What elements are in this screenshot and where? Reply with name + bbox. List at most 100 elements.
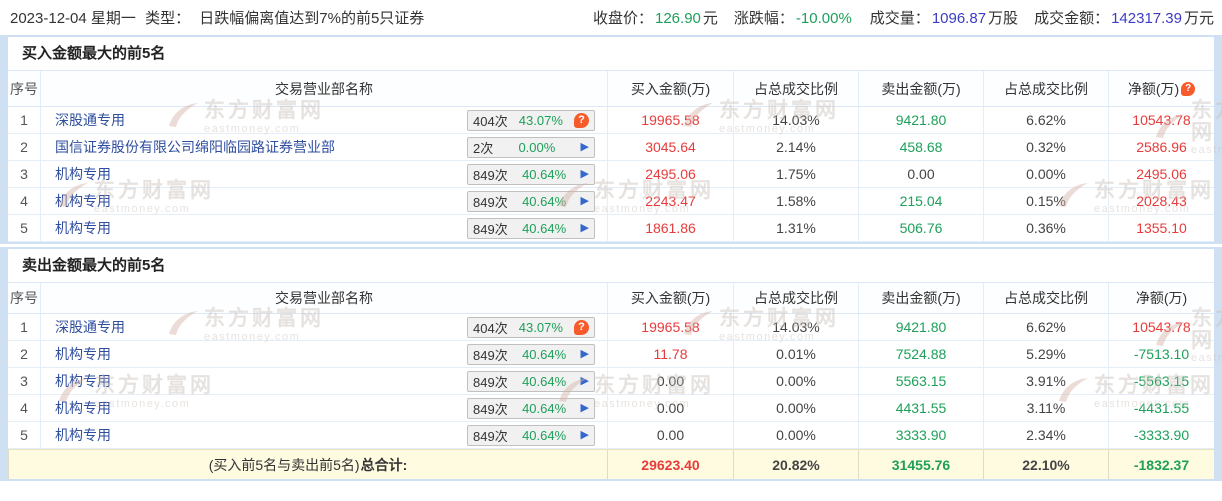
sell-ratio-cell: 6.62% [983, 107, 1108, 133]
row-index: 3 [20, 166, 28, 182]
detail-arrow-icon[interactable]: ▶ [581, 195, 589, 207]
detail-arrow-icon[interactable]: ▶ [581, 375, 589, 387]
appearance-count: 849次 [473, 428, 508, 444]
seat-name-link[interactable]: 国信证券股份有限公司绵阳临园路证券营业部 [55, 137, 335, 157]
buy-top5-panel: 买入金额最大的前5名 序号 交易营业部名称 买入金额(万) 占总成交比例 卖出金额(万)… [0, 35, 1222, 244]
sell-amount-cell: 458.68 [858, 134, 983, 160]
net-help-icon[interactable]: ? [1181, 81, 1196, 96]
detail-arrow-icon[interactable]: ▶ [581, 429, 589, 441]
seat-name-link[interactable]: 机构专用 [55, 344, 111, 364]
row-index: 5 [20, 220, 28, 236]
buy-amount-cell: 0.00 [607, 395, 733, 421]
col-sell-amount-header: 卖出金额(万) [858, 71, 983, 106]
seat-name-cell: 深股通专用 404次 43.07%? [40, 107, 607, 133]
col-buy-amount-header: 买入金额(万) [607, 71, 733, 106]
col-sell-amount-header-label: 卖出金额(万) [881, 290, 961, 306]
table-header-row: 序号 交易营业部名称 买入金额(万) 占总成交比例 卖出金额(万) 占总成交比例 净额(万) [8, 283, 1214, 314]
times-ratio-badge[interactable]: 2次 0.00% ▶ [467, 136, 595, 158]
col-net-header: 净额(万) [1108, 283, 1214, 313]
col-name-header: 交易营业部名称 [40, 283, 607, 313]
buy-amount-cell: 1861.86 [607, 215, 733, 241]
table-row: 4 机构专用 849次 40.64% ▶ 2243.47 1.58% 215.04 0.15% 2… [8, 188, 1214, 215]
total-row: (买入前5名与卖出前5名) 总合计: 29623.40 20.82% 31455.76 2… [8, 449, 1214, 479]
seat-name-cell: 机构专用 849次 40.64% ▶ [40, 368, 607, 394]
buy-amount-cell: 0.00 [607, 368, 733, 394]
type-value: 日跌幅偏离值达到7%的前5只证券 [199, 10, 425, 27]
detail-arrow-icon[interactable]: ▶ [581, 222, 589, 234]
times-ratio-badge[interactable]: 849次 40.64% ▶ [467, 343, 595, 365]
sell-ratio-cell: 0.32% [983, 134, 1108, 160]
total-sell-ratio-cell: 22.10% [983, 450, 1108, 479]
success-ratio: 40.64% [522, 193, 567, 209]
sell-ratio-cell: 0.36% [983, 215, 1108, 241]
buy-amount-cell: 3045.64 [607, 134, 733, 160]
sell-ratio-cell: 3.11% [983, 395, 1108, 421]
seat-name-cell: 机构专用 849次 40.64% ▶ [40, 341, 607, 367]
buy-ratio-cell: 0.01% [733, 341, 858, 367]
detail-arrow-icon[interactable]: ▶ [581, 402, 589, 414]
times-ratio-badge[interactable]: 849次 40.64% ▶ [467, 424, 595, 446]
seat-name-link[interactable]: 机构专用 [55, 398, 111, 418]
detail-arrow-icon[interactable]: ▶ [581, 168, 589, 180]
seat-name-link[interactable]: 机构专用 [55, 191, 111, 211]
sell-amount-cell: 4431.55 [858, 395, 983, 421]
table-row: 2 机构专用 849次 40.64% ▶ 11.78 0.01% 7524.88 5.29% -7… [8, 341, 1214, 368]
sell-amount-cell: 5563.15 [858, 368, 983, 394]
seat-name-cell: 深股通专用 404次 43.07%? [40, 314, 607, 340]
seat-name-link[interactable]: 机构专用 [55, 218, 111, 238]
net-amount-cell: -7513.10 [1108, 341, 1214, 367]
table-row: 2 国信证券股份有限公司绵阳临园路证券营业部 2次 0.00% ▶ 3045.64 2.14… [8, 134, 1214, 161]
times-ratio-badge[interactable]: 849次 40.64% ▶ [467, 163, 595, 185]
detail-arrow-icon[interactable]: ▶ [581, 348, 589, 360]
buy-amount-cell: 2495.06 [607, 161, 733, 187]
row-index: 1 [20, 319, 28, 335]
table-row: 5 机构专用 849次 40.64% ▶ 0.00 0.00% 3333.90 2.34% -33… [8, 422, 1214, 449]
turnover-unit: 万元 [1183, 10, 1214, 27]
change-percent-value: -10.00% [795, 10, 852, 27]
times-ratio-badge[interactable]: 849次 40.64% ▶ [467, 217, 595, 239]
sell-ratio-cell: 0.15% [983, 188, 1108, 214]
row-index: 1 [20, 112, 28, 128]
close-price-label: 收盘价： [592, 10, 653, 27]
col-sell-ratio-header: 占总成交比例 [983, 71, 1108, 106]
help-icon[interactable]: ? [573, 112, 589, 128]
sell-amount-cell: 9421.80 [858, 107, 983, 133]
net-amount-cell: 2495.06 [1108, 161, 1214, 187]
detail-arrow-icon[interactable]: ▶ [581, 141, 589, 153]
col-index-header: 序号 [10, 290, 38, 306]
sell-amount-cell: 215.04 [858, 188, 983, 214]
buy-ratio-cell: 0.00% [733, 395, 858, 421]
col-name-header: 交易营业部名称 [40, 71, 607, 106]
sell-amount-cell: 506.76 [858, 215, 983, 241]
seat-name-link[interactable]: 深股通专用 [55, 110, 125, 130]
buy-ratio-cell: 1.31% [733, 215, 858, 241]
times-ratio-badge[interactable]: 404次 43.07%? [467, 316, 595, 338]
seat-name-link[interactable]: 机构专用 [55, 164, 111, 184]
times-ratio-badge[interactable]: 849次 40.64% ▶ [467, 370, 595, 392]
col-net-header-label: 净额(万) [1127, 80, 1180, 97]
table-row: 4 机构专用 849次 40.64% ▶ 0.00 0.00% 4431.55 3.11% -44… [8, 395, 1214, 422]
times-ratio-badge[interactable]: 404次 43.07%? [467, 109, 595, 131]
change-percent-label: 涨跌幅： [733, 10, 794, 27]
appearance-count: 849次 [473, 347, 508, 363]
type-label: 类型： [145, 10, 191, 27]
help-icon[interactable]: ? [573, 319, 589, 335]
times-ratio-badge[interactable]: 849次 40.64% ▶ [467, 190, 595, 212]
success-ratio: 40.64% [522, 166, 567, 182]
col-buy-ratio-header: 占总成交比例 [733, 283, 858, 313]
col-sell-ratio-header-label: 占总成交比例 [1004, 290, 1088, 306]
change-percent-stat: 涨跌幅： -10.00% [734, 10, 854, 27]
buy-ratio-cell: 1.75% [733, 161, 858, 187]
seat-name-link[interactable]: 机构专用 [55, 425, 111, 445]
col-net-header: 净额(万)? [1108, 71, 1214, 106]
times-ratio-badge[interactable]: 849次 40.64% ▶ [467, 397, 595, 419]
total-buy-amount-cell: 29623.40 [607, 450, 733, 479]
seat-name-cell: 国信证券股份有限公司绵阳临园路证券营业部 2次 0.00% ▶ [40, 134, 607, 160]
buy-ratio-cell: 2.14% [733, 134, 858, 160]
appearance-count: 404次 [473, 320, 508, 336]
seat-name-link[interactable]: 机构专用 [55, 371, 111, 391]
seat-name-link[interactable]: 深股通专用 [55, 317, 125, 337]
net-amount-cell: 2028.43 [1108, 188, 1214, 214]
table-row: 3 机构专用 849次 40.64% ▶ 0.00 0.00% 5563.15 3.91% -55… [8, 368, 1214, 395]
trade-date: 2023-12-04 星期一 [10, 10, 136, 27]
